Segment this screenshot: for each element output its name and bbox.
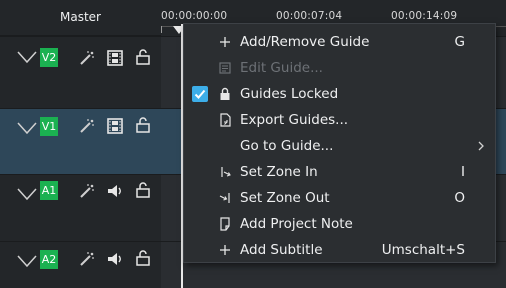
plus-icon xyxy=(220,37,230,47)
menu-item-export-guides[interactable]: Export Guides... xyxy=(184,107,495,133)
effects-wand-icon[interactable] xyxy=(78,117,96,135)
ruler-timecode: 00:00:00:00 xyxy=(161,10,228,22)
export-icon xyxy=(220,113,231,127)
effects-wand-icon[interactable] xyxy=(78,49,96,67)
effects-wand-icon[interactable] xyxy=(78,182,96,200)
guide-context-menu: Add/Remove Guide G Edit Guide... Guides … xyxy=(183,23,496,263)
track-headers-panel: Master V2 V1 A1 A2 xyxy=(0,0,161,288)
menu-item-edit-guide[interactable]: Edit Guide... xyxy=(184,55,495,81)
chevron-right-icon xyxy=(478,141,484,151)
checkmark-icon xyxy=(194,89,206,99)
edit-guide-icon xyxy=(219,62,231,74)
track-tag: V1 xyxy=(40,117,58,136)
menu-item-shortcut: Umschalt+S xyxy=(381,242,465,258)
menu-item-label: Add/Remove Guide xyxy=(240,34,370,50)
track-lock-icon[interactable] xyxy=(134,116,152,134)
speaker-icon[interactable] xyxy=(106,182,124,200)
menu-item-label: Add Subtitle xyxy=(240,242,323,258)
track-header-a2[interactable]: A2 xyxy=(0,241,161,288)
menu-item-go-to-guide[interactable]: Go to Guide... xyxy=(184,133,495,159)
track-header-a1[interactable]: A1 xyxy=(0,174,161,241)
track-tag: V2 xyxy=(40,48,58,67)
master-header: Master xyxy=(0,0,161,36)
effects-wand-icon[interactable] xyxy=(78,250,96,268)
track-lock-icon[interactable] xyxy=(134,48,152,66)
menu-item-label: Set Zone Out xyxy=(240,190,330,206)
menu-item-set-zone-in[interactable]: Set Zone In I xyxy=(184,159,495,185)
ruler-tick xyxy=(161,26,162,33)
menu-item-label: Edit Guide... xyxy=(240,60,323,76)
menu-item-label: Go to Guide... xyxy=(240,138,334,154)
menu-item-add-project-note[interactable]: Add Project Note xyxy=(184,211,495,237)
menu-item-label: Export Guides... xyxy=(240,112,349,128)
track-lock-icon[interactable] xyxy=(134,181,152,199)
zone-out-icon xyxy=(219,193,230,203)
menu-item-label: Set Zone In xyxy=(240,164,318,180)
zone-in-icon xyxy=(221,167,231,177)
collapse-chevron-icon[interactable] xyxy=(16,187,38,201)
note-icon xyxy=(220,217,230,231)
menu-item-add-remove-guide[interactable]: Add/Remove Guide G xyxy=(184,29,495,55)
ruler-timecode: 00:00:07:04 xyxy=(276,10,343,22)
menu-item-set-zone-out[interactable]: Set Zone Out O xyxy=(184,185,495,211)
speaker-icon[interactable] xyxy=(106,250,124,268)
video-film-icon[interactable] xyxy=(106,117,124,135)
master-label: Master xyxy=(60,10,101,24)
menu-item-shortcut: G xyxy=(454,34,465,50)
collapse-chevron-icon[interactable] xyxy=(16,254,38,268)
collapse-chevron-icon[interactable] xyxy=(16,121,38,135)
menu-item-shortcut: O xyxy=(454,190,465,206)
track-header-v2[interactable]: V2 xyxy=(0,36,161,108)
track-lock-icon[interactable] xyxy=(134,249,152,267)
collapse-chevron-icon[interactable] xyxy=(16,50,38,64)
menu-item-add-subtitle[interactable]: Add Subtitle Umschalt+S xyxy=(184,237,495,263)
video-film-icon[interactable] xyxy=(106,49,124,67)
menu-item-guides-locked[interactable]: Guides Locked xyxy=(184,81,495,107)
ruler-timecode: 00:00:14:09 xyxy=(391,10,458,22)
track-header-v1[interactable]: V1 xyxy=(0,108,161,174)
menu-item-shortcut: I xyxy=(461,164,465,180)
track-tag: A2 xyxy=(40,250,58,269)
lock-icon xyxy=(220,87,230,100)
plus-icon xyxy=(220,245,230,255)
track-tag: A1 xyxy=(40,181,58,200)
menu-item-label: Add Project Note xyxy=(240,216,353,232)
menu-item-label: Guides Locked xyxy=(240,86,339,102)
checkbox-checked[interactable] xyxy=(192,86,208,102)
